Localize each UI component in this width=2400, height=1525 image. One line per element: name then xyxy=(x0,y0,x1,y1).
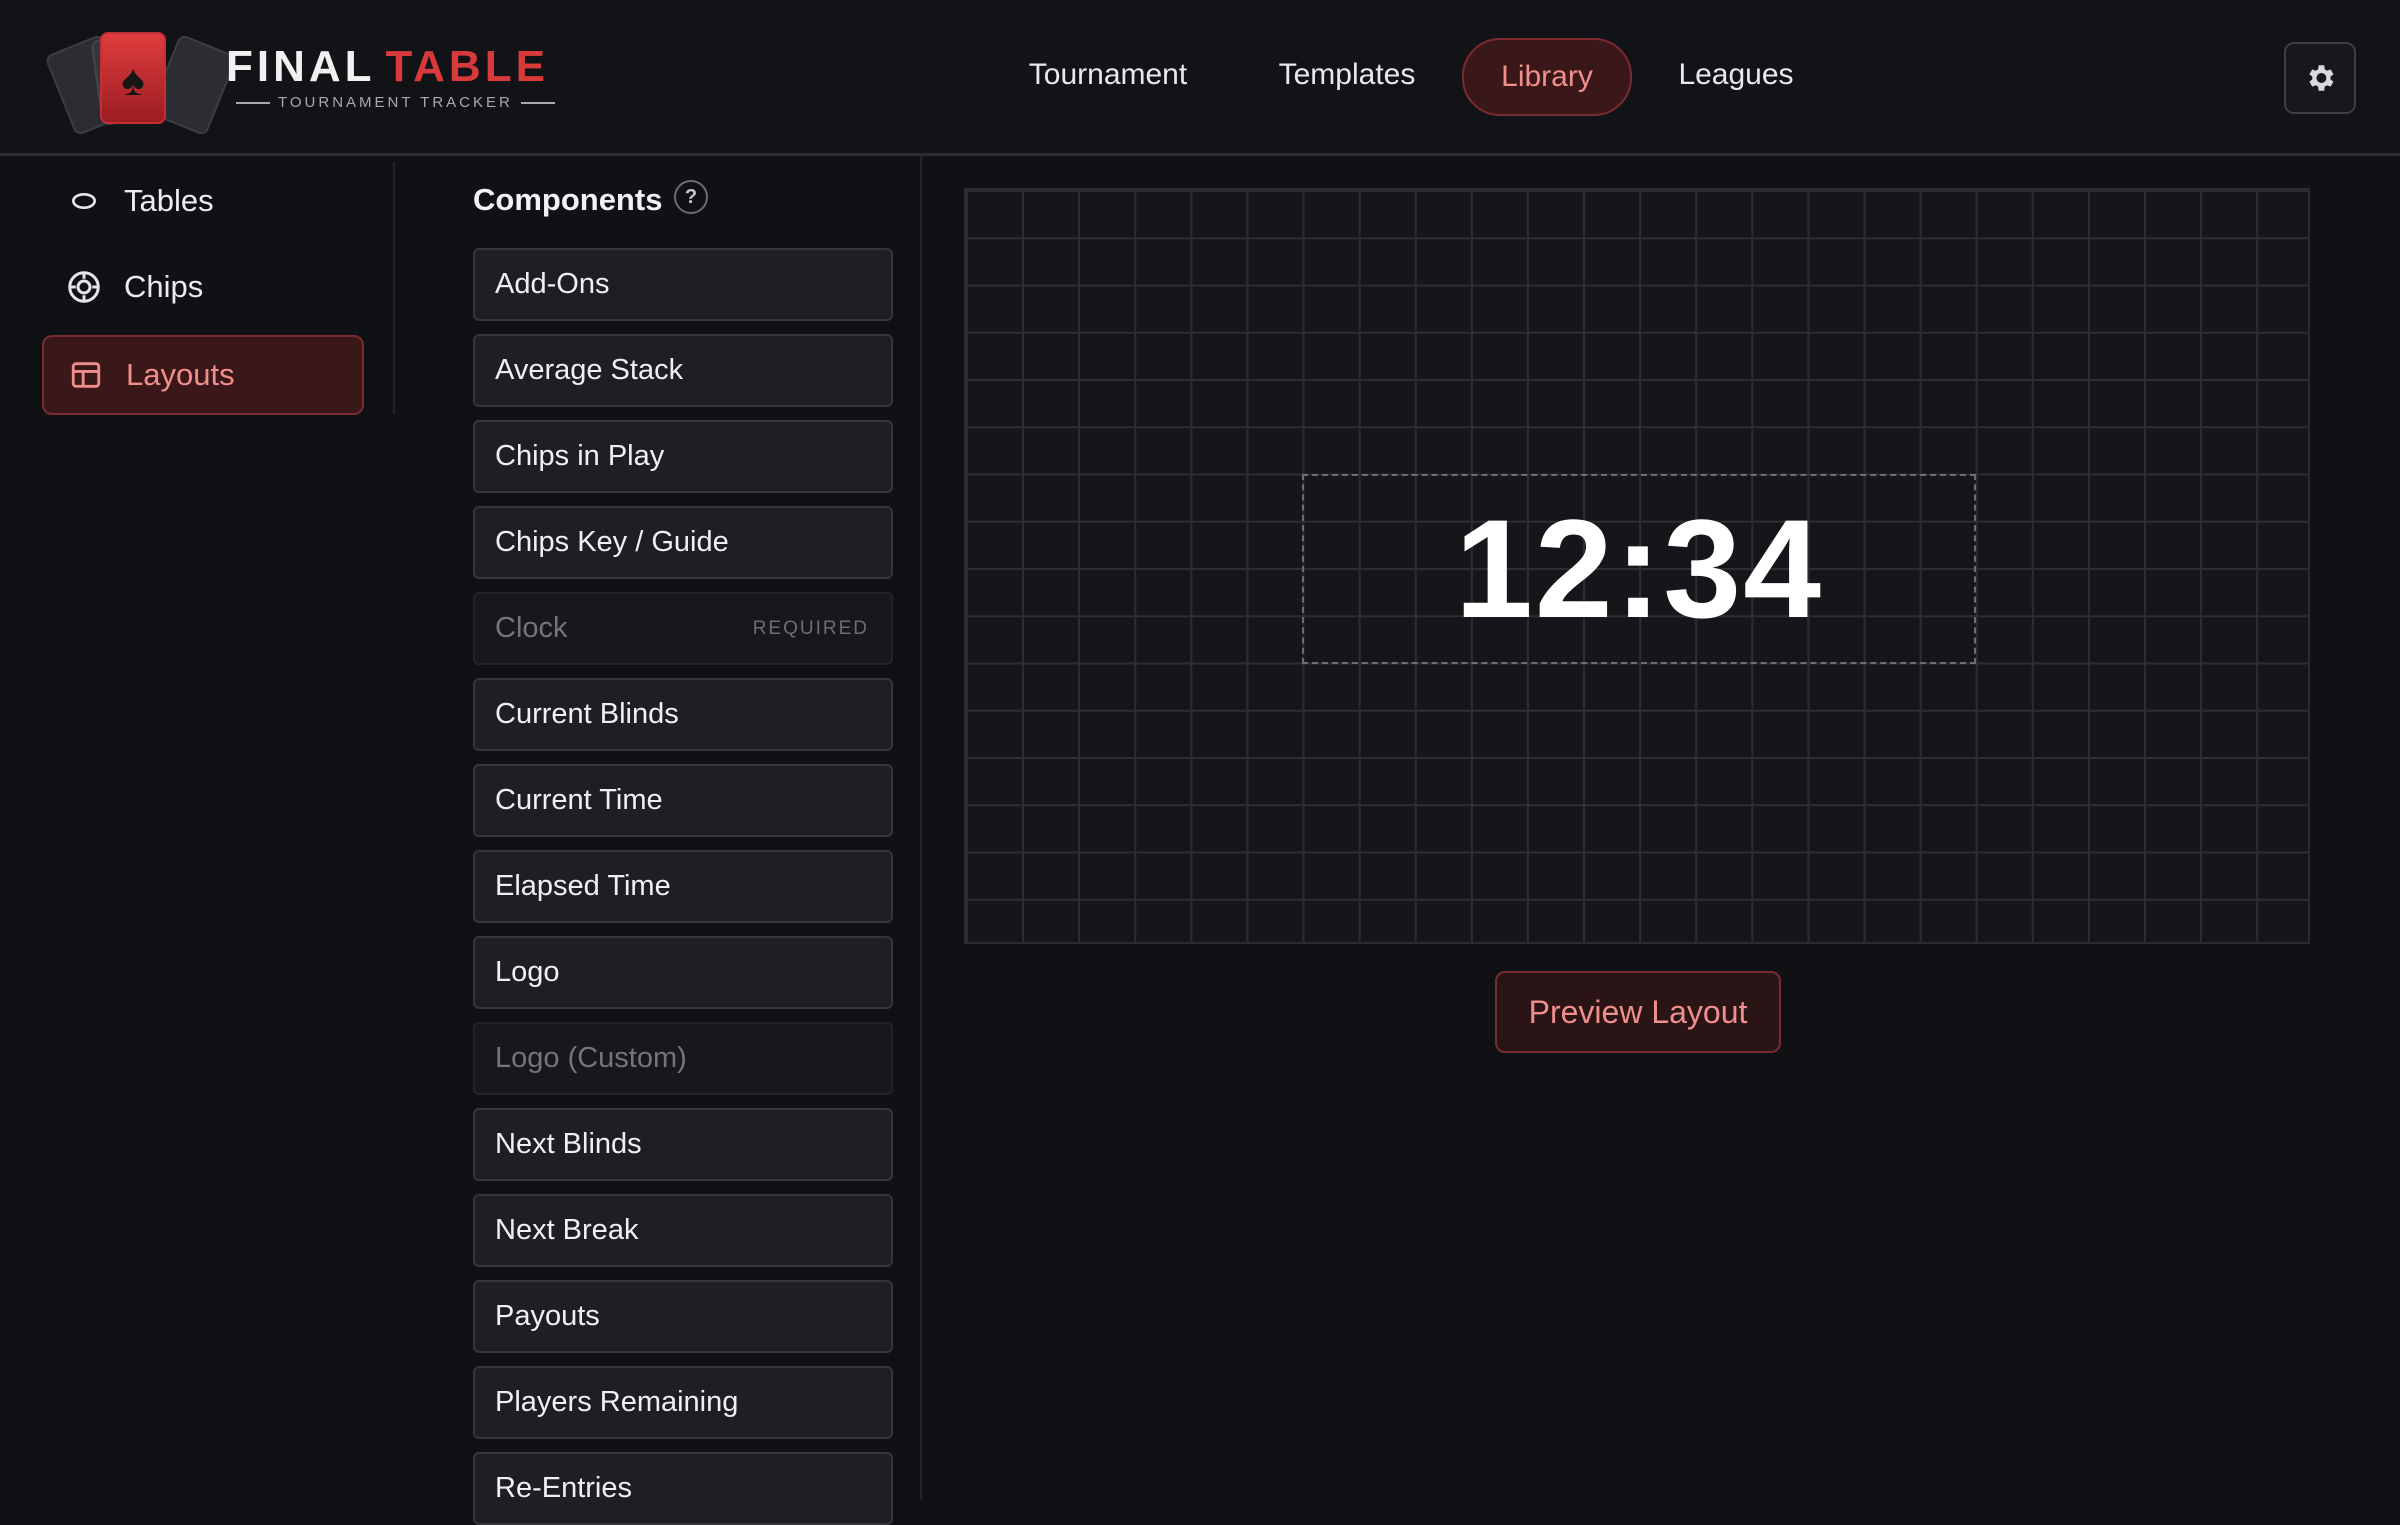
gear-icon xyxy=(2309,65,2334,91)
layout-canvas[interactable]: 12:34 xyxy=(964,188,2310,944)
components-title: Components xyxy=(473,182,663,217)
component-label: Chips in Play xyxy=(495,440,665,472)
clock-text: 12:34 xyxy=(1454,490,1824,647)
library-sidebar: Tables Chips Layouts xyxy=(0,156,395,1500)
brand-title: FINAL TABLE xyxy=(226,42,549,92)
component-item-players-remaining[interactable]: Players Remaining xyxy=(473,1366,893,1439)
settings-button[interactable] xyxy=(2284,42,2356,114)
component-label: Chips Key / Guide xyxy=(495,526,729,558)
app-logo[interactable]: ♠ FINAL TABLE TOURNAMENT TRACKER xyxy=(44,28,555,137)
component-item-chips-key-guide[interactable]: Chips Key / Guide xyxy=(473,506,893,579)
component-item-logo[interactable]: Logo xyxy=(473,936,893,1009)
component-item-payouts[interactable]: Payouts xyxy=(473,1280,893,1353)
sidebar-item-tables[interactable]: Tables xyxy=(42,163,360,239)
component-item-add-ons[interactable]: Add-Ons xyxy=(473,248,893,321)
help-icon[interactable]: ? xyxy=(674,180,708,214)
sidebar-item-chips[interactable]: Chips xyxy=(42,249,360,325)
component-item-chips-in-play[interactable]: Chips in Play xyxy=(473,420,893,493)
component-item-clock: Clock REQUIRED xyxy=(473,592,893,665)
app-header: ♠ FINAL TABLE TOURNAMENT TRACKER Tourname… xyxy=(0,0,2400,156)
component-label: Next Blinds xyxy=(495,1128,642,1160)
brand-subtitle: TOURNAMENT TRACKER xyxy=(228,94,563,111)
component-label: Logo (Custom) xyxy=(495,1042,687,1074)
component-label: Current Time xyxy=(495,784,663,816)
layout-icon xyxy=(64,353,108,397)
component-label: Logo xyxy=(495,956,560,988)
table-icon xyxy=(62,179,106,223)
nav-leagues[interactable]: Leagues xyxy=(1654,38,1818,112)
components-panel: Components ? Add-Ons Average Stack Chips… xyxy=(395,156,922,1525)
components-divider xyxy=(920,156,922,1500)
nav-templates[interactable]: Templates xyxy=(1250,38,1444,112)
sidebar-item-label: Chips xyxy=(124,269,204,304)
component-item-logo-custom: Logo (Custom) xyxy=(473,1022,893,1095)
component-item-current-blinds[interactable]: Current Blinds xyxy=(473,678,893,751)
component-label: Next Break xyxy=(495,1214,639,1246)
nav-tournament[interactable]: Tournament xyxy=(1000,38,1216,112)
component-item-re-entries[interactable]: Re-Entries xyxy=(473,1452,893,1525)
component-item-next-blinds[interactable]: Next Blinds xyxy=(473,1108,893,1181)
component-label: Current Blinds xyxy=(495,698,679,730)
sidebar-item-layouts[interactable]: Layouts xyxy=(42,335,364,415)
component-item-elapsed-time[interactable]: Elapsed Time xyxy=(473,850,893,923)
clock-component[interactable]: 12:34 xyxy=(1302,474,1976,664)
nav-library[interactable]: Library xyxy=(1462,38,1632,116)
component-label: Players Remaining xyxy=(495,1386,739,1418)
brand-subtitle-text: TOURNAMENT TRACKER xyxy=(278,94,513,111)
sidebar-item-label: Tables xyxy=(124,183,214,218)
component-label: Average Stack xyxy=(495,354,684,386)
sidebar-item-label: Layouts xyxy=(126,357,235,392)
component-item-next-break[interactable]: Next Break xyxy=(473,1194,893,1267)
logo-cards-icon: ♠ xyxy=(44,28,238,137)
component-label: Add-Ons xyxy=(495,268,610,300)
brand-word-final: FINAL xyxy=(226,42,376,91)
component-item-current-time[interactable]: Current Time xyxy=(473,764,893,837)
preview-layout-button[interactable]: Preview Layout xyxy=(1495,971,1781,1053)
component-label: Clock xyxy=(495,612,568,644)
chip-icon xyxy=(62,265,106,309)
brand-word-table: TABLE xyxy=(385,42,549,91)
required-badge: REQUIRED xyxy=(752,617,869,639)
component-item-average-stack[interactable]: Average Stack xyxy=(473,334,893,407)
component-label: Elapsed Time xyxy=(495,870,671,902)
component-label: Payouts xyxy=(495,1300,600,1332)
component-label: Re-Entries xyxy=(495,1472,632,1504)
